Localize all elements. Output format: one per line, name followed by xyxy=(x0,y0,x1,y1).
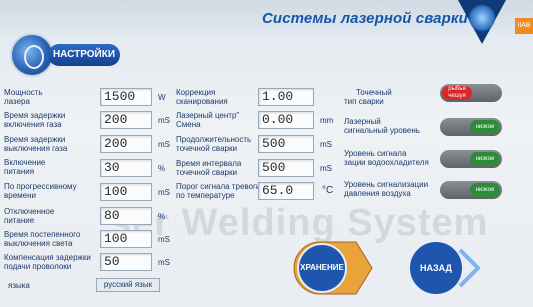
chiller-signal-toggle[interactable]: низкое xyxy=(440,150,502,168)
power-off-input[interactable]: 80 xyxy=(100,207,152,225)
power-on-unit: % xyxy=(158,164,166,173)
back-button[interactable]: НАЗАД xyxy=(406,242,466,294)
chiller-signal-toggle-label: низкое xyxy=(470,152,500,166)
language-button[interactable]: русский язык xyxy=(96,278,160,292)
power-unit: W xyxy=(158,93,166,102)
temp-alarm-label-2: по температуре xyxy=(176,191,235,200)
dot-interval-input[interactable]: 500 xyxy=(258,159,314,177)
dot-interval-unit: mS xyxy=(320,164,332,173)
laser-center-unit: mm xyxy=(320,116,334,125)
power-on-input[interactable]: 30 xyxy=(100,159,152,177)
save-button[interactable]: ХРАНЕНИЕ xyxy=(294,242,350,294)
dot-duration-label-1: Продолжительность xyxy=(176,135,252,144)
laser-signal-toggle[interactable]: низкое xyxy=(440,118,502,136)
gas-off-delay-label-1: Время задержки xyxy=(4,135,66,144)
app-title: Системы лазерной сварки xyxy=(262,10,468,27)
dot-duration-unit: mS xyxy=(320,140,332,149)
gas-off-delay-input[interactable]: 200 xyxy=(100,135,152,153)
chiller-signal-label-1: Уровень сигнала xyxy=(344,149,407,158)
progressive-time-unit: mS xyxy=(158,188,170,197)
laser-signal-label-2: сигнальный уровень xyxy=(344,126,420,135)
air-pressure-signal-toggle-label: низкое xyxy=(470,183,500,197)
power-on-label-1: Включение xyxy=(4,158,46,167)
dot-type-toggle-label: рыбья чешуя xyxy=(442,86,472,100)
power-label-1: Мощность xyxy=(4,88,43,97)
laser-signal-label-1: Лазерный xyxy=(344,117,381,126)
scan-correction-input[interactable]: 1.00 xyxy=(258,88,314,106)
laser-signal-toggle-label: низкое xyxy=(470,120,500,134)
wire-feed-comp-input[interactable]: 50 xyxy=(100,253,152,271)
light-off-time-label-1: Время постепенного xyxy=(4,230,81,239)
gas-on-delay-unit: mS xyxy=(158,116,170,125)
dot-type-label-1: Точечный xyxy=(356,88,392,97)
dot-interval-label-2: точечной сварки xyxy=(176,168,237,177)
temp-alarm-label-1: Порог сигнала тревоги xyxy=(176,182,261,191)
temp-alarm-unit: °C xyxy=(322,185,334,196)
power-label-2: лазера xyxy=(4,97,30,106)
power-input[interactable]: 1500 xyxy=(100,88,152,106)
dot-interval-label-1: Время интервала xyxy=(176,159,242,168)
language-label: языка xyxy=(8,281,30,290)
power-off-label-1: Отключенное xyxy=(4,207,55,216)
tab-settings[interactable]: НАСТРОЙКИ xyxy=(48,44,120,66)
emblem-glow xyxy=(468,4,496,32)
wire-feed-comp-unit: mS xyxy=(158,258,170,267)
power-off-unit: % xyxy=(158,212,166,221)
progressive-time-label-2: времени xyxy=(4,191,36,200)
progressive-time-input[interactable]: 100 xyxy=(100,183,152,201)
gas-on-delay-input[interactable]: 200 xyxy=(100,111,152,129)
scan-correction-label-2: сканирования xyxy=(176,97,228,106)
gas-on-delay-label-2: включения газа xyxy=(4,120,62,129)
power-on-label-2: питания xyxy=(4,167,35,176)
air-pressure-signal-label-1: Уровень сигнализации xyxy=(344,180,429,189)
dot-duration-label-2: точечной сварки xyxy=(176,144,237,153)
power-off-label-2: питание xyxy=(4,216,35,225)
light-off-time-label-2: выключения света xyxy=(4,239,73,248)
air-pressure-signal-label-2: давления воздуха xyxy=(344,189,411,198)
gas-off-delay-unit: mS xyxy=(158,140,170,149)
light-off-time-unit: mS xyxy=(158,235,170,244)
corner-badge: IIAB xyxy=(515,18,533,34)
laser-center-label-1: Лазерный центр" xyxy=(176,111,240,120)
dot-type-label-2: тип сварки xyxy=(344,97,384,106)
dot-duration-input[interactable]: 500 xyxy=(258,135,314,153)
air-pressure-signal-toggle[interactable]: низкое xyxy=(440,181,502,199)
gas-on-delay-label-1: Время задержки xyxy=(4,111,66,120)
laser-center-label-2: Смена xyxy=(176,120,201,129)
laser-center-input[interactable]: 0.00 xyxy=(258,111,314,129)
scan-correction-label-1: Коррекция xyxy=(176,88,216,97)
chiller-signal-label-2: зации водоохладителя xyxy=(344,158,429,167)
temp-alarm-input[interactable]: 65.0 xyxy=(258,182,314,200)
gas-off-delay-label-2: выключения газа xyxy=(4,144,68,153)
wire-feed-comp-label-2: подачи проволоки xyxy=(4,262,72,271)
dot-type-toggle[interactable]: рыбья чешуя xyxy=(440,84,502,102)
wire-feed-comp-label-1: Компенсация задержки xyxy=(4,253,91,262)
progressive-time-label-1: По прогрессивному xyxy=(4,182,77,191)
light-off-time-input[interactable]: 100 xyxy=(100,230,152,248)
